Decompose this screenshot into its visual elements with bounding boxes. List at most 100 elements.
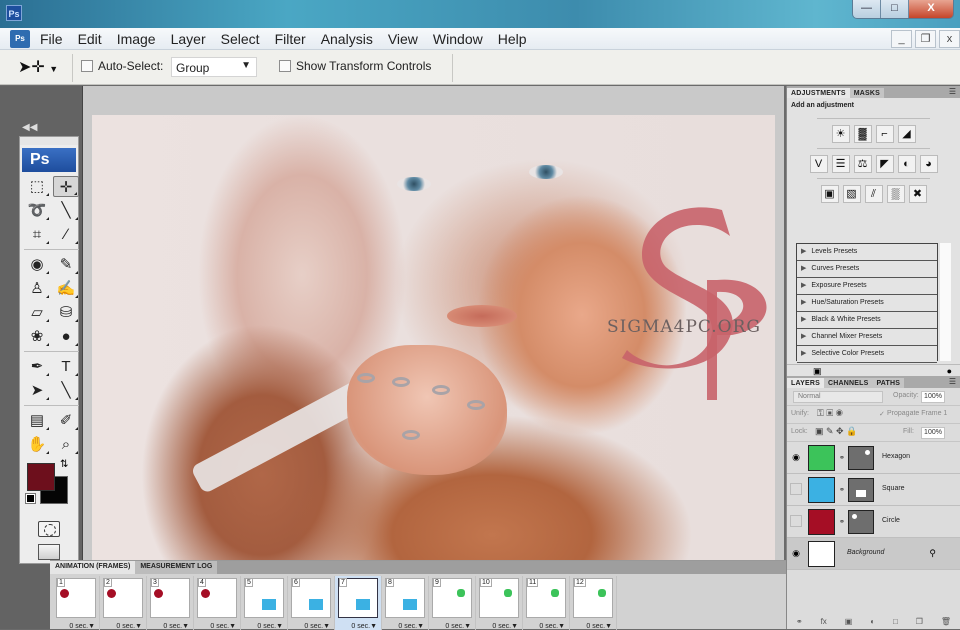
menu-select[interactable]: Select: [215, 31, 269, 47]
visibility-toggle[interactable]: [790, 483, 802, 495]
blend-mode-dropdown[interactable]: Normal: [793, 391, 883, 403]
animation-frame[interactable]: 60 sec.▼: [288, 576, 335, 630]
rectangular-marquee-tool-icon[interactable]: ⬚: [24, 176, 50, 197]
notes-tool-icon[interactable]: ▤: [24, 410, 50, 431]
animation-frame[interactable]: 20 sec.▼: [100, 576, 147, 630]
vibrance-icon[interactable]: V: [809, 155, 828, 173]
photo-filter-icon[interactable]: ◐: [897, 155, 916, 173]
adjustment-layer-icon[interactable]: ◐: [870, 617, 875, 629]
delete-layer-icon[interactable]: 🗑: [941, 617, 951, 629]
animation-frame[interactable]: 10 0 sec.▼: [476, 576, 523, 630]
crop-tool-icon[interactable]: ⌗: [24, 224, 50, 245]
link-layers-icon[interactable]: ⚭: [796, 617, 803, 629]
paint-bucket-tool-icon[interactable]: ⛁: [53, 302, 79, 323]
doc-close-button[interactable]: x: [939, 30, 960, 48]
menu-view[interactable]: View: [382, 31, 427, 47]
screen-mode-icon[interactable]: [38, 544, 60, 560]
swap-colors-icon[interactable]: ⇅: [60, 459, 68, 470]
hue-saturation-icon[interactable]: ☰: [831, 155, 850, 173]
fill-input[interactable]: 100%: [921, 427, 945, 439]
layer-mask-thumbnail[interactable]: [848, 478, 874, 502]
eye-icon[interactable]: ◉: [790, 451, 802, 463]
expand-triangle-icon[interactable]: ▶: [801, 333, 806, 340]
gradient-map-icon[interactable]: ▒: [886, 185, 905, 203]
hand-tool-icon[interactable]: ✋: [24, 434, 50, 455]
tab-channels[interactable]: CHANNELS: [823, 378, 873, 388]
quick-selection-tool-icon[interactable]: ╲: [53, 200, 79, 221]
animation-frame[interactable]: 70 sec.▼: [335, 576, 382, 630]
propagate-checkbox[interactable]: ✓: [879, 410, 885, 418]
layer-mask-thumbnail[interactable]: [848, 510, 874, 534]
layer-style-icon[interactable]: fx: [821, 617, 827, 629]
preset-item[interactable]: ▶ Curves Presets: [797, 261, 937, 278]
layer-row[interactable]: ⚭ Square: [787, 474, 960, 506]
threshold-icon[interactable]: ⫽: [864, 185, 883, 203]
history-brush-tool-icon[interactable]: ✍: [53, 278, 79, 299]
link-icon[interactable]: ⚭: [839, 454, 845, 462]
preset-item[interactable]: ▶ Exposure Presets: [797, 278, 937, 295]
expand-triangle-icon[interactable]: ▶: [801, 265, 806, 272]
expand-triangle-icon[interactable]: ▶: [801, 299, 806, 306]
clone-stamp-tool-icon[interactable]: ♙: [24, 278, 50, 299]
animation-frame[interactable]: 11 0 sec.▼: [523, 576, 570, 630]
link-icon[interactable]: ⚭: [839, 518, 845, 526]
animation-frame[interactable]: 40 sec.▼: [194, 576, 241, 630]
auto-select-dropdown[interactable]: Group ▼: [171, 57, 257, 77]
toolbox-grip[interactable]: [20, 137, 78, 145]
tab-paths[interactable]: PATHS: [872, 378, 905, 388]
animation-frame[interactable]: 12 0 sec.▼: [570, 576, 617, 630]
menu-analysis[interactable]: Analysis: [315, 31, 382, 47]
zoom-tool-icon[interactable]: ⌕: [53, 434, 79, 455]
animation-frame[interactable]: 10 sec.▼: [53, 576, 100, 630]
visibility-toggle[interactable]: [790, 515, 802, 527]
menu-help[interactable]: Help: [492, 31, 536, 47]
layer-row[interactable]: ◉ Background ⚲: [787, 538, 960, 570]
new-group-icon[interactable]: □: [893, 617, 898, 629]
move-tool-preset-icon[interactable]: ➤✛ ▼: [18, 57, 58, 77]
expand-triangle-icon[interactable]: ▶: [801, 350, 806, 357]
doc-minimize-button[interactable]: _: [891, 30, 912, 48]
new-layer-icon[interactable]: ❐: [916, 617, 923, 629]
tab-adjustments[interactable]: ADJUSTMENTS: [787, 88, 850, 98]
doc-restore-button[interactable]: ❐: [915, 30, 936, 48]
show-transform-checkbox[interactable]: [279, 60, 291, 72]
panel-menu-icon[interactable]: ☰: [949, 377, 956, 386]
collapse-toolbox-icon[interactable]: ◀◀: [22, 122, 37, 133]
tab-masks[interactable]: MASKS: [849, 88, 884, 98]
color-balance-icon[interactable]: ⚖: [853, 155, 872, 173]
panel-menu-icon[interactable]: ☰: [949, 87, 956, 96]
layer-mask-thumbnail[interactable]: [848, 446, 874, 470]
menu-filter[interactable]: Filter: [269, 31, 315, 47]
layer-row[interactable]: ◉ ⚭ Hexagon: [787, 442, 960, 474]
menu-file[interactable]: File: [34, 31, 72, 47]
preset-item[interactable]: ▶ Black & White Presets: [797, 312, 937, 329]
curves-icon[interactable]: ⌐: [875, 125, 894, 143]
posterize-icon[interactable]: ▧: [842, 185, 861, 203]
brush-tool-icon[interactable]: ✎: [53, 254, 79, 275]
image-canvas[interactable]: SIGMA4PC.ORG: [92, 115, 775, 560]
link-icon[interactable]: ⚭: [839, 486, 845, 494]
expand-triangle-icon[interactable]: ▶: [801, 282, 806, 289]
unify-icons[interactable]: ⚿ ▣ ◉: [817, 408, 843, 419]
levels-icon[interactable]: ▓: [853, 125, 872, 143]
tab-animation-frames[interactable]: ANIMATION (FRAMES): [50, 561, 136, 574]
tab-layers[interactable]: LAYERS: [787, 378, 824, 388]
expand-triangle-icon[interactable]: ▶: [801, 248, 806, 255]
invert-icon[interactable]: ▣: [820, 185, 839, 203]
add-mask-icon[interactable]: ▣: [845, 617, 853, 629]
preset-item[interactable]: ▶ Hue/Saturation Presets: [797, 295, 937, 312]
default-colors-icon[interactable]: [25, 493, 36, 504]
presets-scrollbar[interactable]: [940, 243, 951, 361]
animation-frame[interactable]: 80 sec.▼: [382, 576, 429, 630]
blur-tool-icon[interactable]: ❀: [24, 326, 50, 347]
type-tool-icon[interactable]: T: [53, 356, 79, 377]
menu-window[interactable]: Window: [427, 31, 492, 47]
selective-color-icon[interactable]: ✖: [908, 185, 927, 203]
channel-mixer-icon[interactable]: ◕: [919, 155, 938, 173]
line-tool-icon[interactable]: ╲: [53, 380, 79, 401]
eraser-tool-icon[interactable]: ▱: [24, 302, 50, 323]
opacity-input[interactable]: 100%: [921, 391, 945, 403]
layer-row[interactable]: ⚭ Circle: [787, 506, 960, 538]
minimize-button[interactable]: —: [853, 0, 881, 18]
exposure-icon[interactable]: ◢: [897, 125, 916, 143]
